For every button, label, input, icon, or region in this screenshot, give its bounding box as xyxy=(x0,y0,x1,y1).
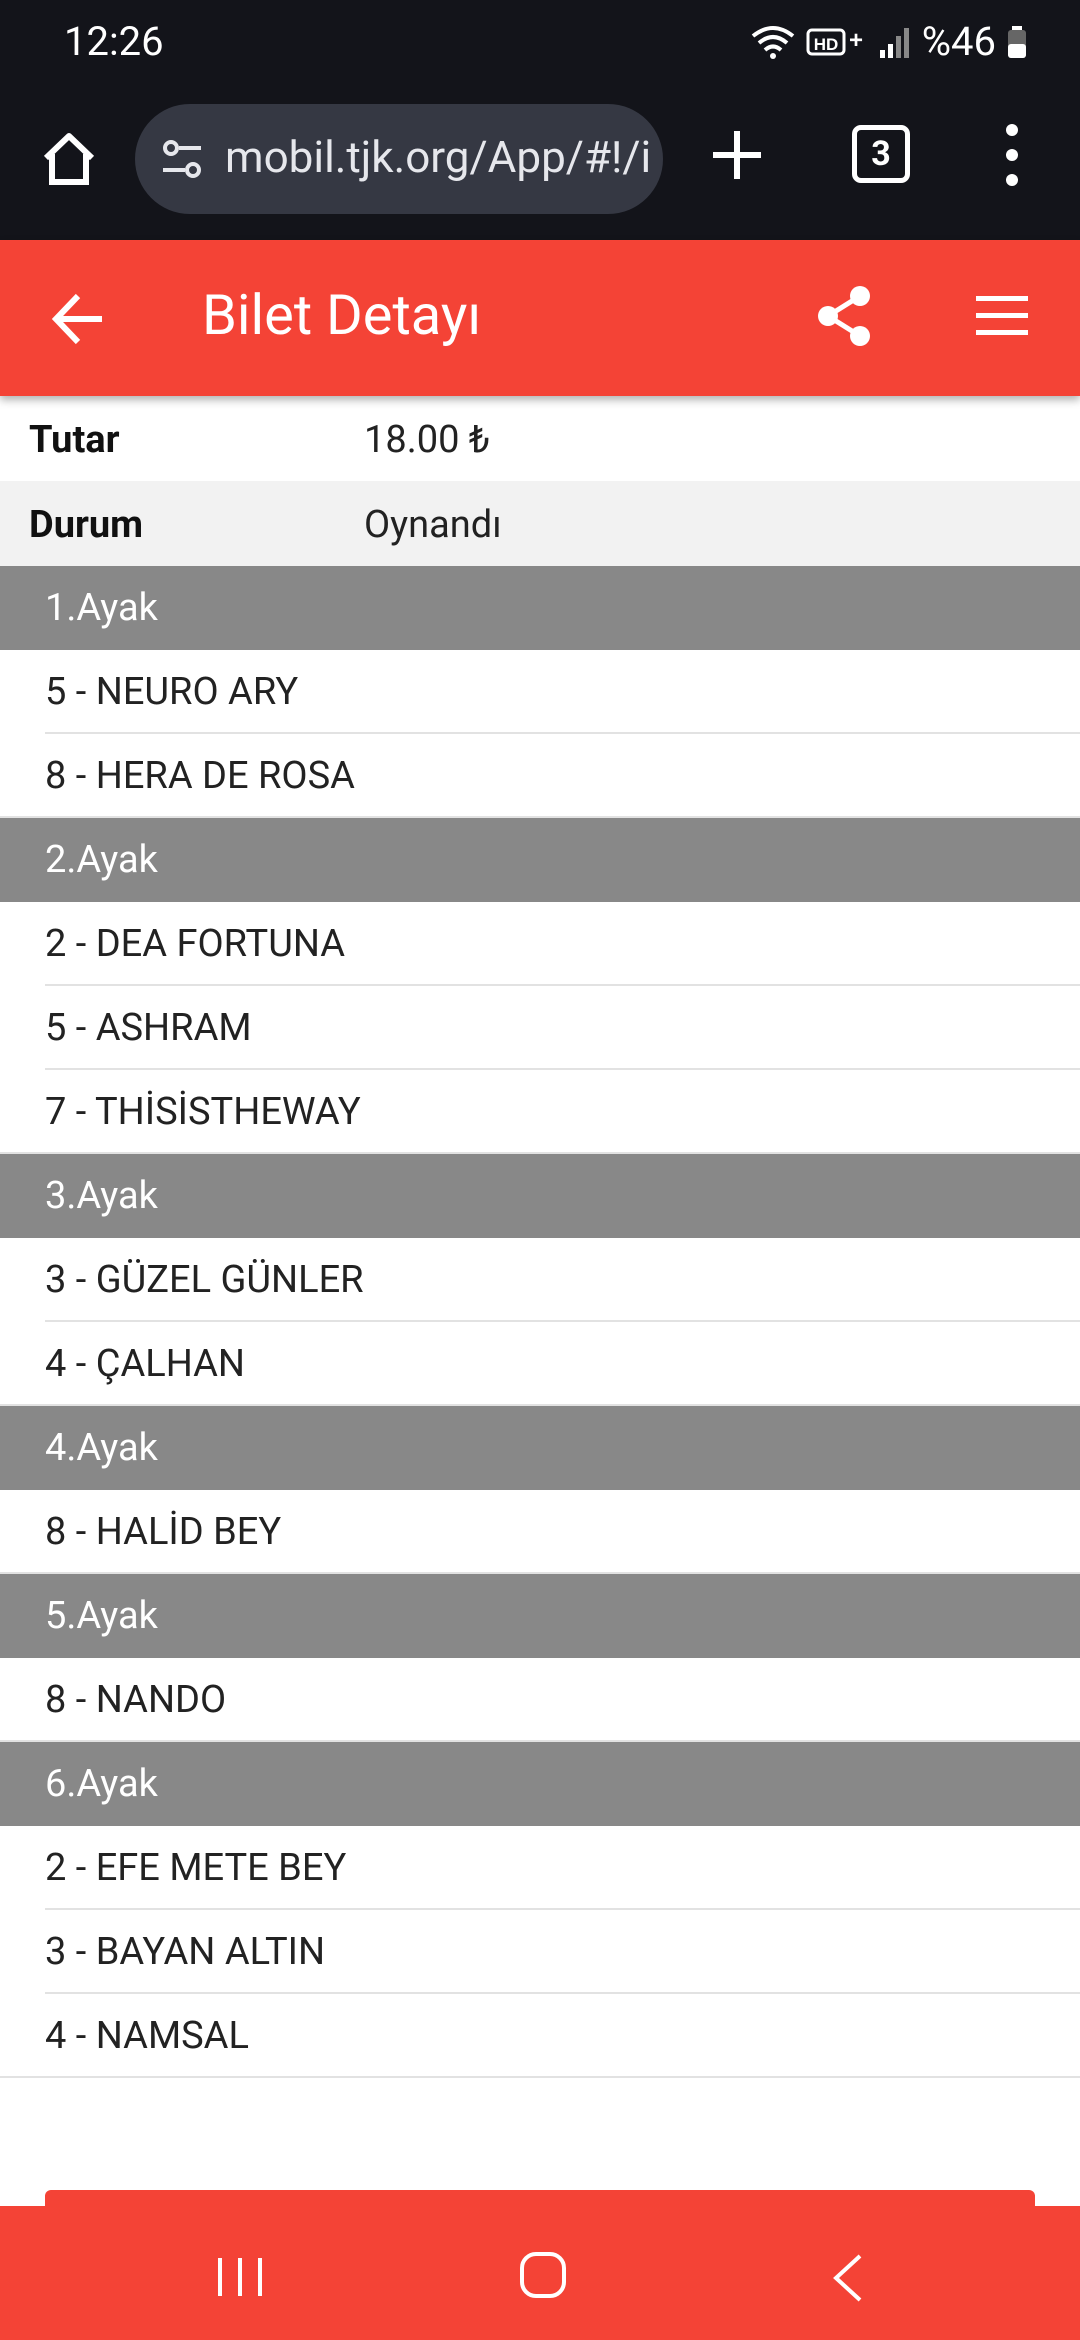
info-row-amount: Tutar 18.00 ₺ xyxy=(0,396,1080,481)
horse-name: 5 - ASHRAM xyxy=(45,1006,252,1050)
nav-home-icon[interactable] xyxy=(518,2250,568,2300)
horse-row: 8 - HALİD BEY xyxy=(0,1490,1080,1574)
nav-back-icon[interactable] xyxy=(830,2252,866,2304)
horse-name: 2 - DEA FORTUNA xyxy=(45,922,346,966)
horse-name: 7 - THİSİSTHEWAY xyxy=(45,1090,361,1134)
back-arrow-icon[interactable] xyxy=(48,288,110,350)
signal-icon xyxy=(879,27,909,58)
share-icon[interactable] xyxy=(812,284,876,348)
horse-name: 5 - NEURO ARY xyxy=(45,670,299,714)
horse-row: 2 - DEA FORTUNA xyxy=(0,902,1080,986)
battery-percent: %46 xyxy=(921,18,996,65)
horse-name: 2 - EFE METE BEY xyxy=(45,1846,347,1890)
page-title: Bilet Detayı xyxy=(202,282,482,348)
info-key: Tutar xyxy=(29,418,120,462)
svg-text:HD: HD xyxy=(813,35,838,54)
info-value: 18.00 ₺ xyxy=(364,418,491,462)
recents-icon[interactable] xyxy=(212,2256,268,2298)
url-bar[interactable]: mobil.tjk.org/App/#!/i xyxy=(135,104,663,214)
info-row-status: Durum Oynandı xyxy=(0,481,1080,566)
hamburger-menu-icon[interactable] xyxy=(974,292,1030,340)
leg-label: 2.Ayak xyxy=(45,838,158,882)
horse-name: 8 - NANDO xyxy=(45,1678,227,1722)
svg-text:+: + xyxy=(849,27,863,54)
more-options-icon[interactable] xyxy=(1000,122,1024,188)
site-settings-icon[interactable] xyxy=(157,134,209,186)
leg-header: 2.Ayak xyxy=(0,818,1080,902)
horse-row: 8 - HERA DE ROSA xyxy=(0,734,1080,818)
horse-row: 4 - ÇALHAN xyxy=(0,1322,1080,1406)
status-icons: HD + %46 xyxy=(750,18,1028,65)
horse-name: 8 - HERA DE ROSA xyxy=(45,754,355,798)
leg-label: 6.Ayak xyxy=(45,1762,158,1806)
app-header: Bilet Detayı xyxy=(0,240,1080,396)
leg-header: 6.Ayak xyxy=(0,1742,1080,1826)
info-key: Durum xyxy=(29,503,144,547)
horse-name: 3 - GÜZEL GÜNLER xyxy=(45,1258,364,1302)
leg-label: 1.Ayak xyxy=(45,586,158,630)
browser-toolbar: mobil.tjk.org/App/#!/i 3 xyxy=(0,88,1080,240)
home-icon[interactable] xyxy=(38,128,100,190)
status-time: 12:26 xyxy=(64,18,164,65)
leg-header: 4.Ayak xyxy=(0,1406,1080,1490)
horse-row: 3 - BAYAN ALTIN xyxy=(0,1910,1080,1994)
horse-row: 5 - NEURO ARY xyxy=(0,650,1080,734)
system-nav-bar xyxy=(0,2206,1080,2340)
horse-row: 2 - EFE METE BEY xyxy=(0,1826,1080,1910)
horse-row: 5 - ASHRAM xyxy=(0,986,1080,1070)
horse-name: 8 - HALİD BEY xyxy=(45,1510,282,1554)
wifi-icon xyxy=(751,25,794,59)
horse-name: 3 - BAYAN ALTIN xyxy=(45,1930,326,1974)
horse-row: 3 - GÜZEL GÜNLER xyxy=(0,1238,1080,1322)
leg-header: 1.Ayak xyxy=(0,566,1080,650)
leg-label: 4.Ayak xyxy=(45,1426,158,1470)
info-value: Oynandı xyxy=(364,503,502,547)
battery-icon xyxy=(1008,25,1026,58)
leg-label: 5.Ayak xyxy=(45,1594,158,1638)
url-text: mobil.tjk.org/App/#!/i xyxy=(225,131,652,183)
horse-name: 4 - ÇALHAN xyxy=(45,1342,246,1386)
leg-header: 5.Ayak xyxy=(0,1574,1080,1658)
tab-switcher-button[interactable]: 3 xyxy=(852,125,910,183)
horse-row: 7 - THİSİSTHEWAY xyxy=(0,1070,1080,1154)
new-tab-icon[interactable] xyxy=(707,125,767,185)
horse-name: 4 - NAMSAL xyxy=(45,2014,249,2058)
status-bar: 12:26 HD + %46 xyxy=(0,0,1080,88)
leg-header: 3.Ayak xyxy=(0,1154,1080,1238)
leg-label: 3.Ayak xyxy=(45,1174,158,1218)
ticket-detail: Tutar 18.00 ₺ Durum Oynandı 1.Ayak 5 - N… xyxy=(0,396,1080,2078)
horse-row: 8 - NANDO xyxy=(0,1658,1080,1742)
hd-plus-icon: HD + xyxy=(806,27,863,55)
horse-row: 4 - NAMSAL xyxy=(0,1994,1080,2078)
